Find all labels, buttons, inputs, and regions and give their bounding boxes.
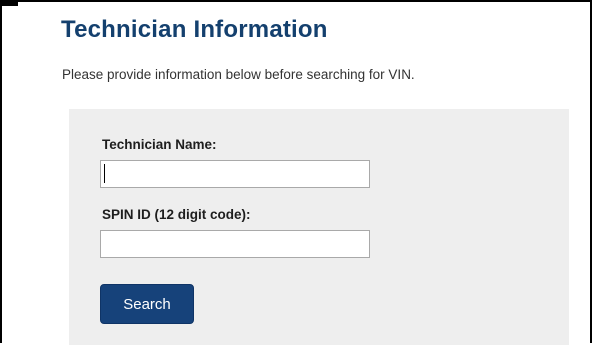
spin-id-input[interactable] (100, 230, 370, 258)
search-button[interactable]: Search (100, 284, 194, 324)
instructions-text: Please provide information below before … (62, 67, 415, 82)
top-left-bar (2, 2, 18, 6)
technician-name-label: Technician Name: (102, 137, 217, 152)
text-cursor (104, 164, 105, 183)
page-frame: Technician Information Please provide in… (0, 0, 592, 345)
technician-name-input[interactable] (100, 160, 370, 188)
technician-form-panel: Technician Name: SPIN ID (12 digit code)… (69, 109, 569, 345)
spin-id-label: SPIN ID (12 digit code): (102, 207, 251, 222)
page-title: Technician Information (61, 16, 328, 43)
